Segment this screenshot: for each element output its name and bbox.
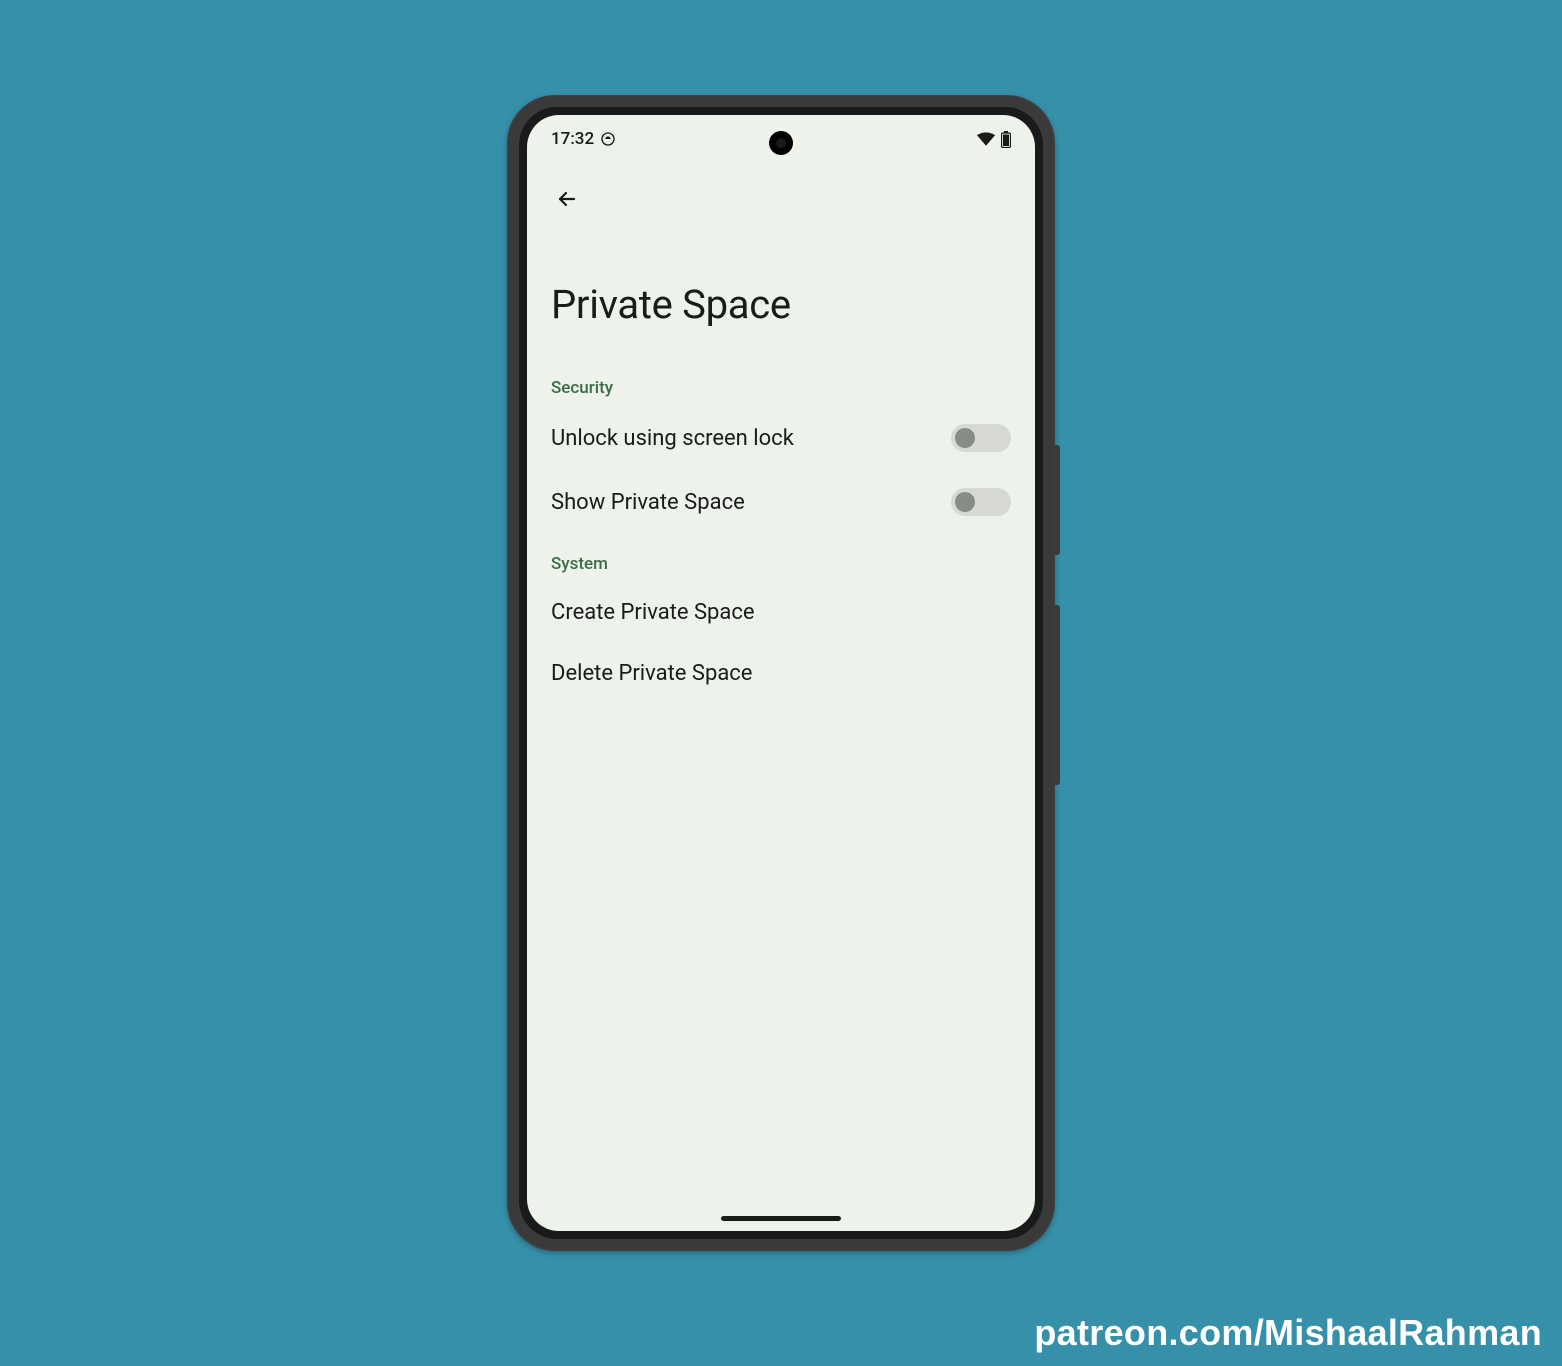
do-not-disturb-icon: [600, 131, 616, 147]
phone-inner: 17:32: [519, 107, 1043, 1239]
back-button[interactable]: [547, 181, 587, 221]
toggle-unlock-screen-lock[interactable]: [951, 424, 1011, 452]
setting-create-private-space[interactable]: Create Private Space: [527, 582, 1035, 643]
section-header-security: Security: [527, 358, 1035, 406]
setting-label: Create Private Space: [551, 600, 755, 625]
setting-label: Unlock using screen lock: [551, 426, 794, 451]
page-title: Private Space: [527, 229, 1035, 358]
battery-icon: [1001, 131, 1011, 148]
setting-delete-private-space[interactable]: Delete Private Space: [527, 643, 1035, 704]
toolbar: [527, 157, 1035, 229]
status-time: 17:32: [551, 129, 594, 149]
setting-label: Show Private Space: [551, 490, 745, 515]
navigation-handle[interactable]: [721, 1216, 841, 1221]
setting-label: Delete Private Space: [551, 661, 752, 686]
watermark-text: patreon.com/MishaalRahman: [1034, 1312, 1542, 1354]
section-header-system: System: [527, 534, 1035, 582]
wifi-icon: [977, 132, 995, 146]
camera-notch: [769, 131, 793, 155]
status-left: 17:32: [551, 129, 616, 149]
setting-show-private-space[interactable]: Show Private Space: [527, 470, 1035, 534]
phone-screen: 17:32: [527, 115, 1035, 1231]
status-right: [977, 131, 1011, 148]
phone-frame: 17:32: [507, 95, 1055, 1251]
toggle-show-private-space[interactable]: [951, 488, 1011, 516]
toggle-thumb: [955, 492, 975, 512]
setting-unlock-screen-lock[interactable]: Unlock using screen lock: [527, 406, 1035, 470]
arrow-back-icon: [555, 187, 579, 215]
toggle-thumb: [955, 428, 975, 448]
